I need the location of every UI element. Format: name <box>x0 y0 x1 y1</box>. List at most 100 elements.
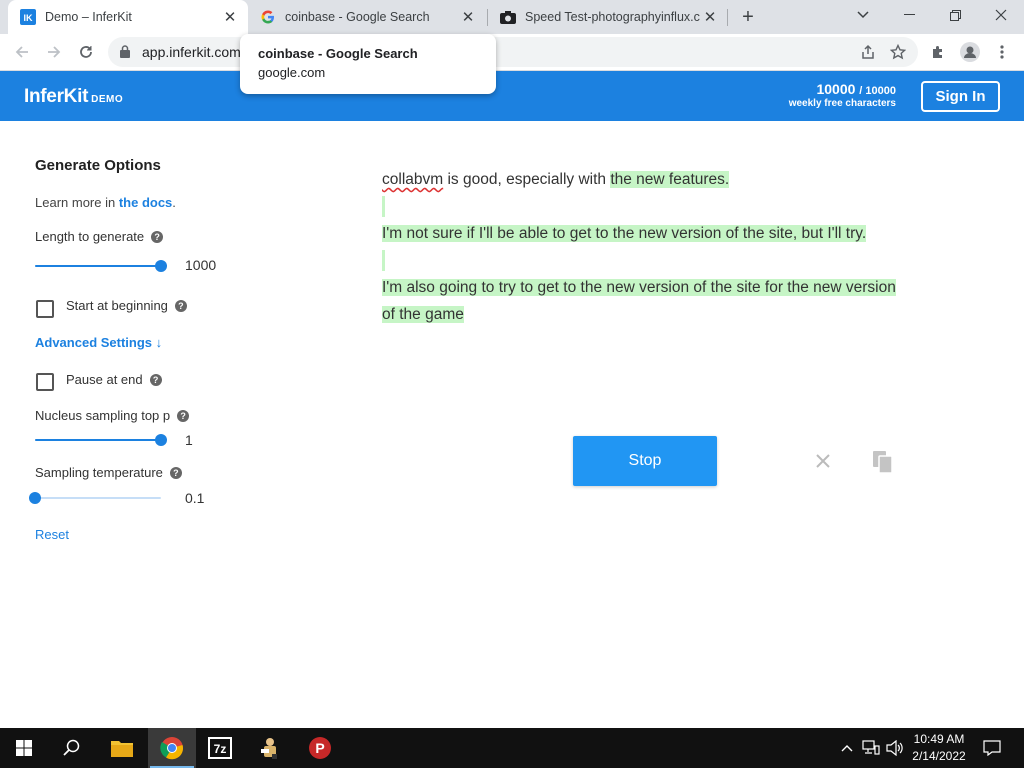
hover-card-domain: google.com <box>258 65 326 80</box>
clock-date: 2/14/2022 <box>912 749 966 763</box>
tab-speed-test[interactable]: Speed Test-photographyinflux.com ✕ <box>488 0 728 34</box>
docs-link[interactable]: the docs <box>119 195 172 210</box>
nucleus-value: 1 <box>185 432 193 448</box>
prompt-paragraph: collabvm is good, especially with the ne… <box>382 166 902 193</box>
bookmark-star-icon[interactable] <box>888 42 908 62</box>
pause-label: Pause at end <box>66 372 143 387</box>
slider-thumb[interactable] <box>155 434 167 446</box>
menu-kebab-icon[interactable] <box>988 38 1016 66</box>
share-icon[interactable] <box>858 42 878 62</box>
temperature-slider[interactable] <box>29 492 161 504</box>
generated-paragraph: I'm not sure if I'll be able to get to t… <box>382 220 902 247</box>
tab-title: Demo – InferKit <box>45 10 132 24</box>
tab-separator <box>727 9 728 26</box>
generated-text-area[interactable]: collabvm is good, especially with the ne… <box>382 166 902 328</box>
generated-text: I'm not sure if I'll be able to get to t… <box>382 225 867 242</box>
hover-card-title: coinbase - Google Search <box>258 46 418 61</box>
google-icon <box>260 9 276 25</box>
help-icon[interactable]: ? <box>151 230 164 243</box>
tab-title: coinbase - Google Search <box>285 10 430 24</box>
close-tab-icon[interactable]: ✕ <box>220 7 240 27</box>
svg-text:IK: IK <box>24 13 34 23</box>
learn-prefix: Learn more in <box>35 195 119 210</box>
temperature-label: Sampling temperature <box>35 465 163 480</box>
minimize-icon[interactable] <box>886 0 932 30</box>
system-clock[interactable]: 10:49 AM 2/14/2022 <box>900 731 978 765</box>
advanced-settings-toggle[interactable]: Advanced Settings ↓ <box>35 335 162 350</box>
profile-avatar-icon[interactable] <box>956 38 984 66</box>
character-quota: 10000 / 10000 weekly free characters <box>789 81 896 109</box>
7zip-icon[interactable]: 7z <box>196 728 244 768</box>
back-icon[interactable] <box>8 38 36 66</box>
generate-options-heading: Generate Options <box>35 157 161 174</box>
pause-label-row: Pause at end ? <box>66 372 162 387</box>
copy-icon[interactable] <box>872 450 894 474</box>
browser-toolbar: app.inferkit.com <box>0 34 1024 71</box>
length-label-row: Length to generate ? <box>35 229 164 244</box>
prompt-text: is good, especially with <box>443 171 611 188</box>
quota-label: weekly free characters <box>788 98 896 109</box>
tab-google-search[interactable]: coinbase - Google Search ✕ <box>248 0 486 34</box>
close-tab-icon[interactable]: ✕ <box>458 7 478 27</box>
logo-text: InferKit <box>24 86 89 107</box>
clear-x-icon[interactable] <box>813 451 833 471</box>
tab-hover-card: coinbase - Google Search google.com <box>240 34 496 94</box>
inferkit-logo[interactable]: InferKit DEMO <box>24 86 123 108</box>
start-at-beginning-checkbox[interactable] <box>36 300 54 318</box>
lock-icon[interactable] <box>120 45 130 63</box>
reload-icon[interactable] <box>72 38 100 66</box>
close-tab-icon[interactable]: ✕ <box>700 7 720 27</box>
camera-icon <box>500 9 516 25</box>
slider-thumb[interactable] <box>29 492 41 504</box>
network-icon[interactable] <box>860 728 882 768</box>
inferkit-icon: IK <box>20 9 36 25</box>
window-close-icon[interactable] <box>978 0 1024 30</box>
browser-tab-strip: IK Demo – InferKit ✕ coinbase - Google S… <box>0 0 1024 34</box>
quota-used: 10000 <box>816 81 856 97</box>
tab-title: Speed Test-photographyinflux.com <box>525 10 700 24</box>
psiphon-icon[interactable]: P <box>296 728 344 768</box>
tab-inferkit[interactable]: IK Demo – InferKit ✕ <box>8 0 248 34</box>
chrome-icon[interactable] <box>148 728 196 768</box>
svg-text:7z: 7z <box>214 742 227 756</box>
reset-link[interactable]: Reset <box>35 527 69 542</box>
nucleus-label-row: Nucleus sampling top p ? <box>35 408 190 423</box>
length-label: Length to generate <box>35 229 145 244</box>
forward-icon[interactable] <box>40 38 68 66</box>
extensions-puzzle-icon[interactable] <box>924 38 952 66</box>
search-icon[interactable] <box>48 728 96 768</box>
notifications-icon[interactable] <box>980 728 1004 768</box>
svg-text:P: P <box>315 740 324 756</box>
generated-text: the new features. <box>610 171 730 188</box>
length-slider[interactable] <box>35 260 167 272</box>
help-icon[interactable]: ? <box>169 466 182 479</box>
address-bar[interactable]: app.inferkit.com <box>108 37 918 67</box>
app-figure-icon[interactable] <box>246 728 294 768</box>
pause-at-end-checkbox[interactable] <box>36 373 54 391</box>
help-icon[interactable]: ? <box>149 373 162 386</box>
stop-button[interactable]: Stop <box>573 436 717 486</box>
restore-icon[interactable] <box>932 0 978 30</box>
learn-more-text: Learn more in the docs. <box>35 195 176 210</box>
help-icon[interactable]: ? <box>174 299 187 312</box>
clock-time: 10:49 AM <box>913 732 965 746</box>
help-icon[interactable]: ? <box>177 409 190 422</box>
blank-generated-line <box>382 247 902 274</box>
slider-thumb[interactable] <box>155 260 167 272</box>
logo-suffix: DEMO <box>91 94 124 105</box>
sign-in-button[interactable]: Sign In <box>921 81 1000 112</box>
url-text: app.inferkit.com <box>142 44 241 60</box>
generated-text: I'm also going to try to get to the new … <box>382 279 896 323</box>
start-label: Start at beginning <box>66 298 168 313</box>
learn-suffix: . <box>172 195 176 210</box>
nucleus-slider[interactable] <box>35 434 167 446</box>
start-label-row: Start at beginning ? <box>66 298 187 313</box>
start-windows-icon[interactable] <box>0 728 48 768</box>
tab-search-chevron-icon[interactable] <box>840 0 886 30</box>
blank-generated-line <box>382 193 902 220</box>
misspelled-word: collabvm <box>382 171 444 188</box>
new-tab-icon[interactable]: + <box>737 6 759 28</box>
show-hidden-icons-chevron[interactable] <box>838 728 856 768</box>
windows-taskbar: 7z P 10:49 AM 2/14/2022 <box>0 728 1024 768</box>
file-explorer-icon[interactable] <box>98 728 146 768</box>
